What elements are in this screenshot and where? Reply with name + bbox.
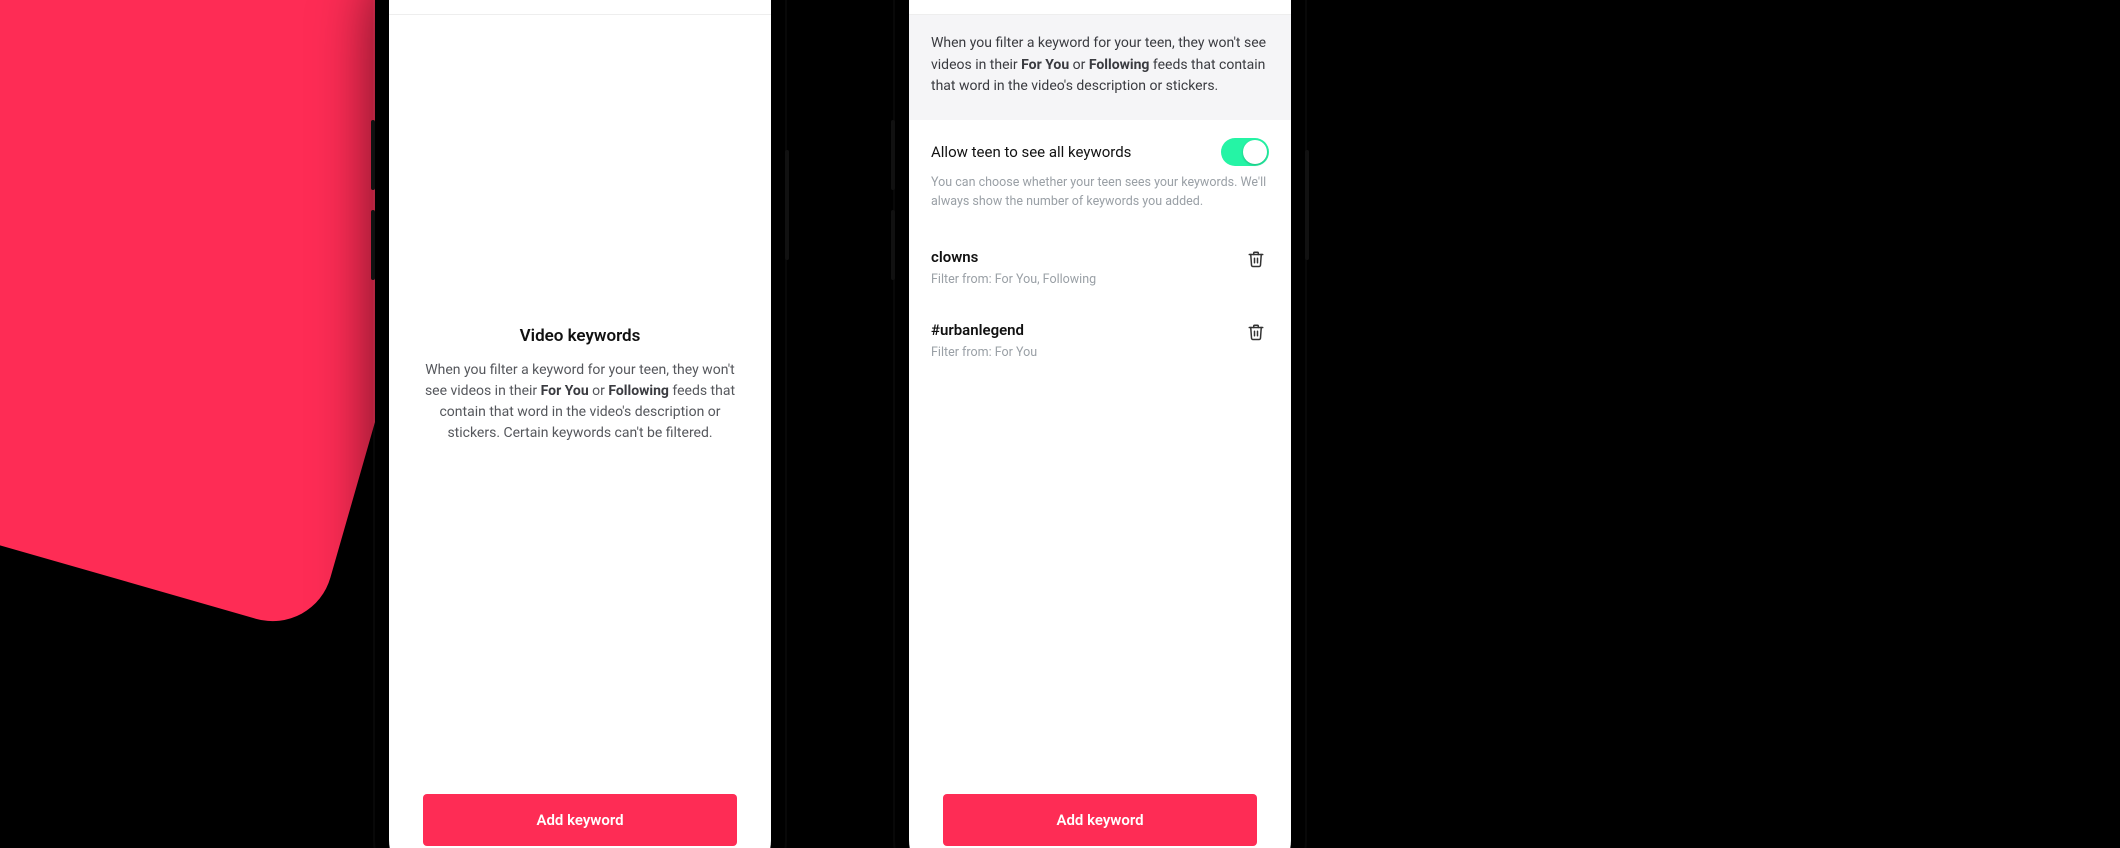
trash-icon [1247, 253, 1265, 272]
delete-keyword-button[interactable] [1247, 248, 1269, 272]
back-button[interactable] [923, 0, 957, 14]
phone-mockup-2: Filter video keywords When you filter a … [895, 0, 1305, 848]
phone-power-button [1305, 150, 1309, 260]
back-button[interactable] [403, 0, 437, 14]
add-keyword-button[interactable]: Add keyword [943, 794, 1257, 846]
phone-volume-button [891, 120, 895, 190]
empty-state-description: When you filter a keyword for your teen,… [413, 360, 747, 444]
allow-teen-hint: You can choose whether your teen sees yo… [931, 174, 1269, 212]
phone-volume-button [891, 210, 895, 280]
allow-teen-toggle[interactable] [1221, 138, 1269, 166]
keyword-item: clowns Filter from: For You, Following [909, 232, 1291, 305]
keyword-name: #urbanlegend [931, 321, 1231, 339]
keyword-filter-source: Filter from: For You, Following [931, 272, 1231, 287]
info-banner: When you filter a keyword for your teen,… [909, 15, 1291, 120]
keyword-filter-source: Filter from: For You [931, 345, 1231, 360]
toggle-knob [1243, 140, 1267, 164]
empty-state: Video keywords When you filter a keyword… [389, 15, 771, 794]
phone-power-button [785, 150, 789, 260]
phone-volume-button [371, 210, 375, 280]
allow-teen-section: Allow teen to see all keywords You can c… [909, 120, 1291, 232]
add-keyword-button[interactable]: Add keyword [423, 794, 737, 846]
phone-volume-button [371, 120, 375, 190]
keyword-list: clowns Filter from: For You, Following #ur… [909, 232, 1291, 378]
delete-keyword-button[interactable] [1247, 321, 1269, 345]
empty-state-heading: Video keywords [520, 326, 641, 346]
screen-1: Filter video keywords Video keywords Whe… [389, 0, 771, 848]
trash-icon [1247, 326, 1265, 345]
navigation-bar: Filter video keywords [909, 0, 1291, 15]
allow-teen-label: Allow teen to see all keywords [931, 143, 1131, 161]
navigation-bar: Filter video keywords [389, 0, 771, 15]
keyword-item: #urbanlegend Filter from: For You [909, 305, 1291, 378]
keyword-name: clowns [931, 248, 1231, 266]
screen-2: Filter video keywords When you filter a … [909, 0, 1291, 848]
spacer [909, 378, 1291, 794]
phone-mockup-1: Filter video keywords Video keywords Whe… [375, 0, 785, 848]
